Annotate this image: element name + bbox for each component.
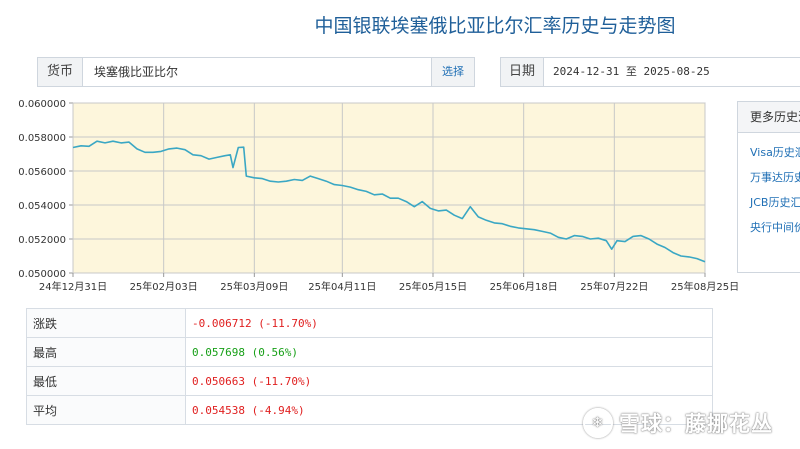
snowball-logo-icon: ❄ xyxy=(583,408,613,438)
x-tick-label: 25年03月09日 xyxy=(220,280,288,293)
y-tick-label: 0.052000 xyxy=(18,235,66,246)
y-tick-label: 0.056000 xyxy=(18,167,66,178)
stats-label: 平均 xyxy=(26,395,186,425)
x-tick-label: 25年05月15日 xyxy=(399,280,467,293)
exchange-rate-chart: 0.050000 0.052000 0.054000 0.056000 0.058000… xyxy=(18,99,739,293)
stats-value: 0.057698 (0.56%) xyxy=(185,337,713,367)
y-tick-label: 0.058000 xyxy=(18,133,66,144)
x-tick-label: 25年06月18日 xyxy=(490,280,558,293)
y-tick-label: 0.050000 xyxy=(18,269,66,280)
x-tick-label: 25年04月11日 xyxy=(308,280,376,293)
stats-label: 最高 xyxy=(26,337,186,367)
stats-label: 涨跌 xyxy=(26,308,186,338)
x-tick-label: 24年12月31日 xyxy=(39,280,107,293)
watermark-text: 雪球：藤挪花丛 xyxy=(619,412,773,436)
y-tick-label: 0.054000 xyxy=(18,201,66,212)
stats-row-low: 最低 0.050663 (-11.70%) xyxy=(26,366,713,396)
x-tick-label: 25年08月25日 xyxy=(671,280,739,293)
y-tick-label: 0.060000 xyxy=(18,99,66,110)
stats-label: 最低 xyxy=(26,366,186,396)
stats-value: 0.050663 (-11.70%) xyxy=(185,366,713,396)
x-tick-label: 25年07月22日 xyxy=(580,280,648,293)
stats-row-high: 最高 0.057698 (0.56%) xyxy=(26,337,713,367)
watermark: ❄ 雪球：藤挪花丛 xyxy=(583,408,773,438)
stats-row-change: 涨跌 -0.006712 (-11.70%) xyxy=(26,308,713,338)
stats-value: -0.006712 (-11.70%) xyxy=(185,308,713,338)
x-tick-label: 25年02月03日 xyxy=(130,280,198,293)
